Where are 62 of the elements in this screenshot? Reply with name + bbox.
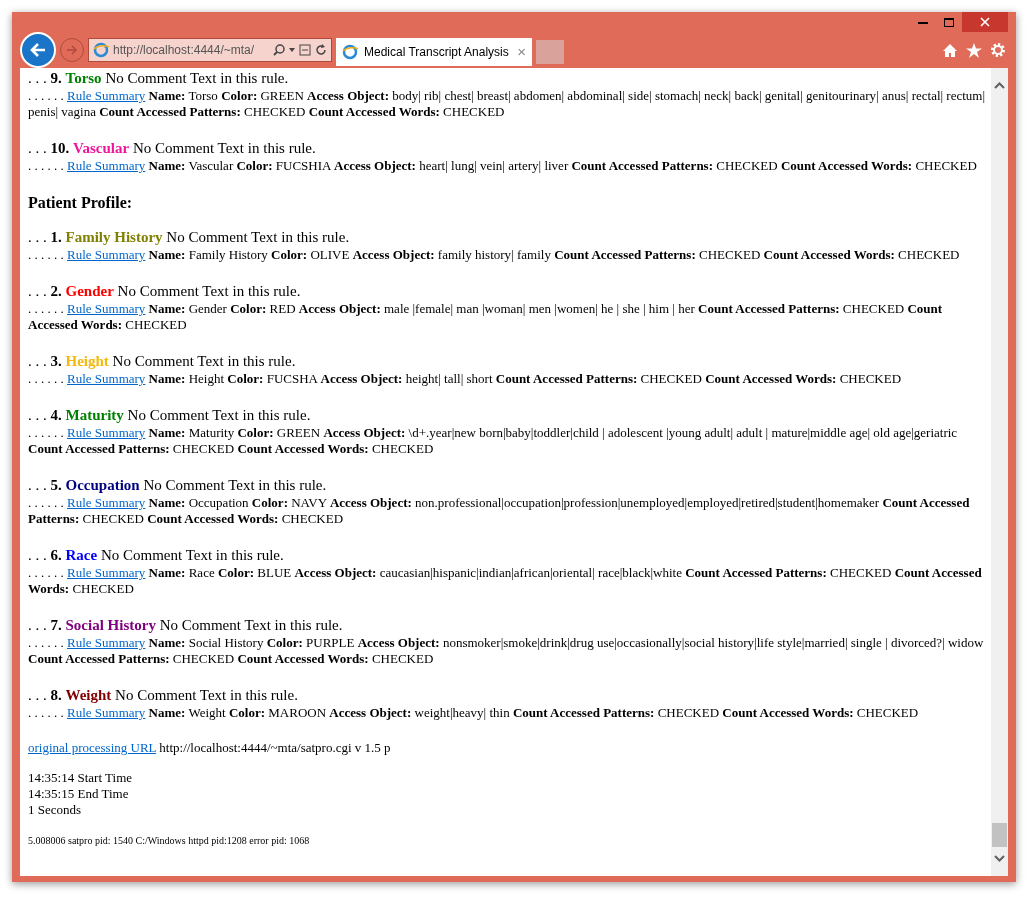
maximize-icon xyxy=(944,17,954,27)
original-processing-link[interactable]: original processing URL xyxy=(28,740,157,755)
rule-summary-link[interactable]: Rule Summary xyxy=(67,635,146,650)
close-button[interactable] xyxy=(962,12,1008,32)
rule-summary-text: . . . . . . Rule Summary Name: Vascular Color: FUCSHIA Access Object: heart| lung| vein| artery| liver Count Accessed Patterns: CHECKED Count Accessed Words: CHECKED xyxy=(28,158,978,174)
rule-summary-text: . . . . . . Rule Summary Name: Occupation Color: NAVY Access Object: non.professional|occupation|profession|unemployed|employed|retired|student|homemaker Count Accessed Patterns: CHECKED Count Accessed Words: CHECKED xyxy=(28,495,971,527)
back-button[interactable] xyxy=(20,32,56,68)
rule-summary-text: . . . . . . Rule Summary Name: Family History Color: OLIVE Access Object: family history| family Count Accessed Patterns: CHECKED Count Accessed Words: CHECKED xyxy=(28,247,961,263)
rule-heading: . . . 10. Vascular No Comment Text in this rule. xyxy=(28,139,317,158)
rule-summary-text: . . . . . . Rule Summary Name: Social History Color: PURPLE Access Object: nonsmoker|smoke|drink|drug use|occasionally|social history|life style|married| single | divorced?| widow Count Accessed Patterns: CHECKED Count Accessed Words: CHECKED xyxy=(28,635,985,667)
timing-text: 14:35:15 End Time xyxy=(28,786,130,802)
minimize-icon xyxy=(918,20,928,24)
tab-close-button[interactable]: × xyxy=(517,40,526,64)
timing-text: 1 Seconds xyxy=(28,802,83,818)
rule-heading: . . . 1. Family History No Comment Text in this rule. xyxy=(28,228,351,247)
rule-heading: . . . 6. Race No Comment Text in this rule. xyxy=(28,546,285,565)
rule-summary-link[interactable]: Rule Summary xyxy=(67,495,146,510)
close-icon xyxy=(980,17,990,27)
browser-logo-icon xyxy=(93,42,109,58)
tab-title: Medical Transcript Analysis xyxy=(364,44,510,61)
rule-heading: . . . 5. Occupation No Comment Text in this rule. xyxy=(28,476,328,495)
star-icon[interactable] xyxy=(966,42,982,58)
dropdown-caret-icon xyxy=(289,48,295,52)
scrollbar[interactable] xyxy=(991,68,1008,876)
scroll-down-icon[interactable] xyxy=(994,855,1005,862)
rule-summary-text: . . . . . . Rule Summary Name: Maturity Color: GREEN Access Object: \d+.year|new born|baby|toddler|child | adolescent |young adult| adult | mature|middle age| old age|geriatric Count Accessed Patterns: CHECKED Count Accessed Words: CHECKED xyxy=(28,425,959,457)
rule-summary-link[interactable]: Rule Summary xyxy=(67,565,146,580)
rule-summary-text: . . . . . . Rule Summary Name: Torso Color: GREEN Access Object: body| rib| chest| breast| abdomen| abdominal| side| stomach| neck| back| genital| genitourinary| anus| rectal| rectum| penis| vagina Count Accessed Patterns: CHECKED Count Accessed Words: CHECKED xyxy=(28,88,987,120)
processing-url-text: original processing URL http://localhost:4444/~mta/satpro.cgi v 1.5 p xyxy=(28,740,392,756)
refresh-icon xyxy=(315,44,327,56)
rule-summary-text: . . . . . . Rule Summary Name: Race Color: BLUE Access Object: caucasian|hispanic|indian|african|oriental| race|black|white Count Accessed Patterns: CHECKED Count Accessed Words: CHECKED xyxy=(28,565,983,597)
rule-heading: . . . 9. Torso No Comment Text in this rule. xyxy=(28,69,290,88)
browser-logo-icon xyxy=(342,44,358,60)
process-info-text: 5.008006 satpro pid: 1540 C:/Windows httpd pid:1208 error pid: 1068 xyxy=(28,834,311,847)
rule-heading: . . . 8. Weight No Comment Text in this rule. xyxy=(28,686,299,705)
home-icon[interactable] xyxy=(942,42,958,58)
settings-icon[interactable] xyxy=(990,42,1006,58)
rule-summary-link[interactable]: Rule Summary xyxy=(67,247,146,262)
rule-summary-link[interactable]: Rule Summary xyxy=(67,88,146,103)
scrollbar-thumb[interactable] xyxy=(992,823,1007,847)
rule-summary-link[interactable]: Rule Summary xyxy=(67,158,146,173)
browser-tab[interactable]: Medical Transcript Analysis × xyxy=(336,38,532,66)
timing-text: 14:35:14 Start Time xyxy=(28,770,134,786)
address-bar[interactable]: http://localhost:4444/~mta/ xyxy=(88,38,332,62)
rule-summary-text: . . . . . . Rule Summary Name: Height Color: FUCSHA Access Object: height| tall| short Count Accessed Patterns: CHECKED Count Accessed Words: CHECKED xyxy=(28,371,903,387)
rule-heading: . . . 2. Gender No Comment Text in this rule. xyxy=(28,282,302,301)
section-heading: Patient Profile: xyxy=(28,193,134,212)
rule-summary-link[interactable]: Rule Summary xyxy=(67,705,146,720)
rule-summary-text: . . . . . . Rule Summary Name: Gender Color: RED Access Object: male |female| man |woman| men |women| he | she | him | her Count Accessed Patterns: CHECKED Count Accessed Words: CHECKED xyxy=(28,301,944,333)
forward-arrow-icon xyxy=(66,45,78,55)
rule-heading: . . . 4. Maturity No Comment Text in this rule. xyxy=(28,406,312,425)
compatibility-icon xyxy=(299,44,311,56)
rule-summary-link[interactable]: Rule Summary xyxy=(67,371,146,386)
address-text: http://localhost:4444/~mta/ xyxy=(113,42,255,59)
scroll-up-icon[interactable] xyxy=(994,82,1005,89)
back-arrow-icon xyxy=(29,42,47,58)
search-icon xyxy=(273,44,285,56)
rule-summary-text: . . . . . . Rule Summary Name: Weight Color: MAROON Access Object: weight|heavy| thin Count Accessed Patterns: CHECKED Count Accessed Words: CHECKED xyxy=(28,705,920,721)
rule-heading: . . . 3. Height No Comment Text in this rule. xyxy=(28,352,297,371)
rule-heading: . . . 7. Social History No Comment Text in this rule. xyxy=(28,616,344,635)
rule-summary-link[interactable]: Rule Summary xyxy=(67,425,146,440)
rule-summary-link[interactable]: Rule Summary xyxy=(67,301,146,316)
